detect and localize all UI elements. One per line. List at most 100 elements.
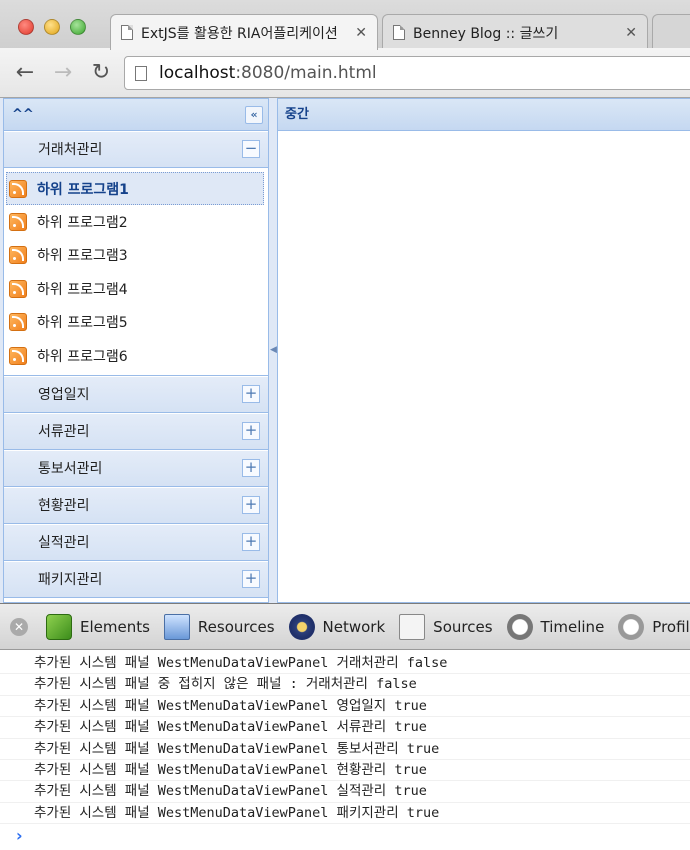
profiles-icon [618,613,645,640]
list-item-label: 하위 프로그램3 [37,248,128,265]
rss-icon [9,246,27,265]
accordion-label: 실적관리 [38,535,90,551]
new-tab-button[interactable] [652,14,690,50]
list-item-label: 하위 프로그램2 [37,215,128,232]
list-item[interactable]: 하위 프로그램3 [4,239,268,272]
browser-toolbar: ← → ↻ localhost:8080/main.html [0,48,690,98]
console-message: 추가된 시스템 패널 WestMenuDataViewPanel 패키지관리 t… [0,803,690,825]
tab-strip: ExtJS를 활용한 RIA어플리케이션 ✕ Benney Blog :: 글쓰… [0,0,690,50]
reload-icon[interactable]: ↻ [88,60,114,86]
accordion-header-서류관리[interactable]: 서류관리 + [4,413,268,450]
elements-icon [46,613,72,640]
console-message: 추가된 시스템 패널 WestMenuDataViewPanel 거래처관리 f… [0,653,690,675]
accordion-header-현황관리[interactable]: 현황관리 + [4,487,268,524]
split-bar[interactable]: ◀ [269,98,277,603]
timeline-icon [506,613,533,640]
close-tab-icon[interactable]: ✕ [355,25,367,41]
center-panel-header: 중간 [278,99,690,131]
west-panel: ^^ « 거래처관리 − 하위 프로그램1 하위 프로그램2 하위 프로그램3 … [3,98,269,603]
console-message: 추가된 시스템 패널 WestMenuDataViewPanel 현황관리 tr… [0,760,690,782]
tab-title: ExtJS를 활용한 RIA어플리케이션 [141,25,338,42]
console-message: 추가된 시스템 패널 WestMenuDataViewPanel 서류관리 tr… [0,717,690,739]
accordion-body: 하위 프로그램1 하위 프로그램2 하위 프로그램3 하위 프로그램4 하위 프… [4,168,268,376]
tab-label: Elements [80,617,150,636]
minimize-window-button[interactable] [44,19,60,35]
collapse-icon[interactable]: − [242,140,260,158]
tab-label: Resources [197,617,275,636]
tab-elements[interactable]: Elements [46,613,150,640]
tab-label: Sources [433,617,493,636]
url-path: :8080/main.html [235,63,377,83]
console-message: 추가된 시스템 패널 중 접히지 않은 패널 : 거래처관리 false [0,674,690,696]
tab-sources[interactable]: Sources [399,613,493,640]
west-panel-title: ^^ [12,107,34,122]
expand-icon[interactable]: + [242,533,260,551]
tab-title: Benney Blog :: 글쓰기 [413,25,559,42]
console-log: 추가된 시스템 패널 WestMenuDataViewPanel 거래처관리 f… [0,650,690,848]
accordion-header-거래처관리[interactable]: 거래처관리 − [4,131,268,168]
close-window-button[interactable] [18,19,34,35]
browser-tab-extjs[interactable]: ExtJS를 활용한 RIA어플리케이션 ✕ [110,14,378,50]
tab-label: Network [322,617,386,636]
rss-icon [9,279,27,298]
accordion-label: 거래처관리 [38,142,103,158]
expand-icon[interactable]: + [242,496,260,514]
close-tab-icon[interactable]: ✕ [625,25,637,41]
west-panel-header: ^^ « [4,99,268,131]
tab-label: Timeline [540,617,605,636]
accordion-label: 통보서관리 [38,461,103,477]
center-panel: 중간 [277,98,690,603]
collapse-arrow-icon[interactable]: ◀ [270,345,277,355]
browser-tab-blog[interactable]: Benney Blog :: 글쓰기 ✕ [382,14,648,50]
list-item[interactable]: 하위 프로그램4 [4,272,268,305]
accordion-label: 패키지관리 [38,572,103,588]
network-icon [288,613,315,640]
console-prompt[interactable]: › [0,824,690,848]
address-bar[interactable]: localhost:8080/main.html [124,56,690,90]
sources-icon [399,613,426,640]
console-message: 추가된 시스템 패널 WestMenuDataViewPanel 실적관리 tr… [0,781,690,803]
rss-icon [9,313,27,332]
list-item-label: 하위 프로그램1 [37,181,129,198]
devtools-toolbar: ✕ Elements Resources Network Sources Tim… [0,604,690,650]
page-icon [135,65,147,81]
back-arrow-icon[interactable]: ← [12,60,38,86]
zoom-window-button[interactable] [70,19,86,35]
resources-icon [163,613,190,640]
list-item-label: 하위 프로그램4 [37,281,128,298]
rss-icon [9,213,27,232]
close-devtools-icon[interactable]: ✕ [10,617,28,636]
accordion-label: 현황관리 [38,498,90,514]
list-item-label: 하위 프로그램5 [37,315,128,332]
expand-icon[interactable]: + [242,385,260,403]
rss-icon [9,179,27,198]
accordion-header-패키지관리[interactable]: 패키지관리 + [4,561,268,598]
expand-icon[interactable]: + [242,570,260,588]
expand-icon[interactable]: + [242,422,260,440]
expand-icon[interactable]: + [242,459,260,477]
tab-profiles[interactable]: Profil [618,613,690,640]
console-message: 추가된 시스템 패널 WestMenuDataViewPanel 통보서관리 t… [0,739,690,760]
forward-arrow-icon[interactable]: → [50,60,76,86]
collapse-panel-icon[interactable]: « [245,106,263,124]
list-item[interactable]: 하위 프로그램6 [4,339,268,372]
page-icon [393,25,405,40]
rss-icon [9,346,27,365]
page-icon [121,25,133,40]
accordion-label: 서류관리 [38,424,90,440]
tab-timeline[interactable]: Timeline [506,613,605,640]
page-viewport: ^^ « 거래처관리 − 하위 프로그램1 하위 프로그램2 하위 프로그램3 … [0,98,690,603]
accordion-label: 영업일지 [38,387,90,403]
tab-resources[interactable]: Resources [163,613,275,640]
console-message: 추가된 시스템 패널 WestMenuDataViewPanel 영업일지 tr… [0,696,690,718]
list-item[interactable]: 하위 프로그램2 [4,205,268,238]
url-host: localhost [159,63,236,83]
list-item[interactable]: 하위 프로그램1 [6,172,264,206]
tab-network[interactable]: Network [288,613,386,640]
accordion-header-영업일지[interactable]: 영업일지 + [4,376,268,413]
accordion-header-실적관리[interactable]: 실적관리 + [4,524,268,561]
accordion-header-통보서관리[interactable]: 통보서관리 + [4,450,268,487]
list-item-label: 하위 프로그램6 [37,348,128,365]
list-item[interactable]: 하위 프로그램5 [4,306,268,339]
tab-label: Profil [652,617,690,636]
